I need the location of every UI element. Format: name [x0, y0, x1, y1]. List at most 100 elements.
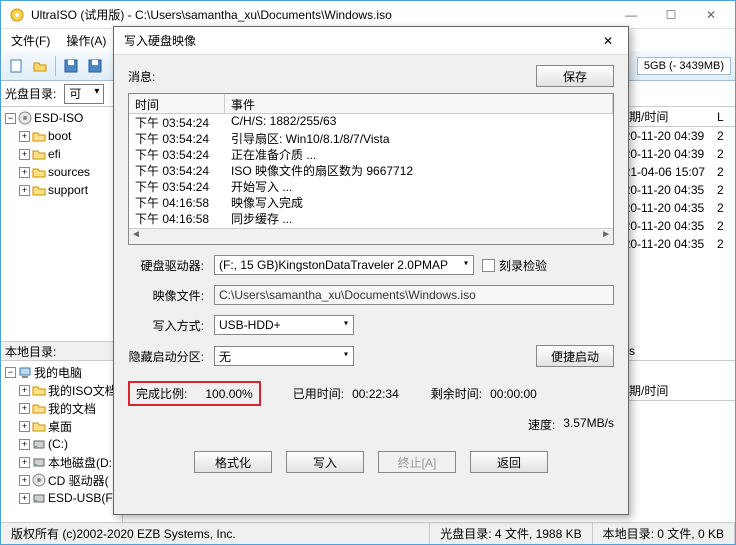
speed-value: 3.57MB/s	[563, 416, 614, 433]
log-col-event[interactable]: 事件	[225, 94, 613, 113]
image-label: 映像文件:	[128, 287, 214, 304]
log-row[interactable]: 下午 03:54:24C/H/S: 1882/255/63	[129, 114, 613, 130]
list-row[interactable]: 020-11-20 04:352	[613, 199, 735, 217]
log-row[interactable]: 下午 03:54:24开始写入 ...	[129, 178, 613, 194]
nav-upper-label: 光盘目录:	[5, 85, 56, 102]
save-icon[interactable]	[60, 55, 82, 77]
expand-icon[interactable]: +	[19, 421, 30, 432]
hidden-boot-combo[interactable]: 无	[214, 346, 354, 366]
local-tree: − 我的电脑 +我的ISO文档+我的文档+桌面+(C:)+本地磁盘(D:+CD …	[1, 361, 123, 522]
log-row[interactable]: 下午 03:54:24引导扇区: Win10/8.1/8/7/Vista	[129, 130, 613, 146]
return-button[interactable]: 返回	[470, 451, 548, 473]
window-title: UltraISO (试用版) - C:\Users\samantha_xu\Do…	[31, 6, 611, 23]
log-row[interactable]: 下午 04:16:58同步缓存 ...	[129, 210, 613, 226]
format-button[interactable]: 格式化	[194, 451, 272, 473]
tree-root[interactable]: − ESD-ISO	[3, 109, 120, 127]
write-disk-image-dialog: 写入硬盘映像 ✕ 消息: 保存 时间 事件 下午 03:54:24C/H/S: …	[113, 26, 629, 515]
local-header: 本地目录:	[1, 341, 123, 361]
disc-icon	[32, 473, 46, 487]
write-button[interactable]: 写入	[286, 451, 364, 473]
list-row[interactable]: 020-11-20 04:392	[613, 127, 735, 145]
tree-item[interactable]: +桌面	[3, 417, 121, 435]
new-icon[interactable]	[5, 55, 27, 77]
expand-icon[interactable]: +	[19, 493, 30, 504]
write-method-combo[interactable]: USB-HDD+	[214, 315, 354, 335]
save-log-button[interactable]: 保存	[536, 65, 614, 87]
abort-button[interactable]: 终止[A]	[378, 451, 456, 473]
tree-item[interactable]: +sources	[3, 163, 120, 181]
drive-combo[interactable]: (F:, 15 GB)KingstonDataTraveler 2.0PMAP	[214, 255, 474, 275]
expand-icon[interactable]: +	[19, 167, 30, 178]
close-button[interactable]: ✕	[691, 3, 731, 27]
expand-icon[interactable]: +	[19, 439, 30, 450]
list-header: 日期/时间 L	[613, 107, 735, 127]
expand-icon[interactable]: +	[19, 457, 30, 468]
progress-highlight: 完成比例: 100.00%	[128, 381, 261, 406]
collapse-icon[interactable]: −	[5, 367, 16, 378]
tree-item[interactable]: +CD 驱动器(	[3, 471, 121, 489]
tree-item[interactable]: +我的文档	[3, 399, 121, 417]
tree-item[interactable]: +support	[3, 181, 120, 199]
progress-value: 100.00%	[205, 387, 252, 401]
collapse-icon[interactable]: −	[5, 113, 16, 124]
log-row[interactable]: 下午 04:16:58映像写入完成	[129, 194, 613, 210]
log-area: 时间 事件 下午 03:54:24C/H/S: 1882/255/63下午 03…	[128, 93, 614, 245]
menu-action[interactable]: 操作(A)	[60, 30, 112, 51]
verify-checkbox[interactable]: 刻录检验	[482, 257, 547, 274]
folder-icon	[32, 183, 46, 197]
log-row[interactable]: 下午 03:54:24ISO 映像文件的扇区数为 9667712	[129, 162, 613, 178]
log-horizontal-scrollbar[interactable]	[129, 228, 613, 244]
tree-item[interactable]: +(C:)	[3, 435, 121, 453]
list-row[interactable]: 020-11-20 04:392	[613, 145, 735, 163]
tree-item[interactable]: +boot	[3, 127, 120, 145]
disc-icon	[18, 111, 32, 125]
dialog-close-button[interactable]: ✕	[594, 30, 622, 52]
folder-icon	[32, 383, 46, 397]
remain-value: 00:00:00	[490, 387, 537, 401]
image-path-field: C:\Users\samantha_xu\Documents\Windows.i…	[214, 285, 614, 305]
elapsed-value: 00:22:34	[352, 387, 399, 401]
log-col-time[interactable]: 时间	[129, 94, 225, 113]
nav-upper-combo[interactable]: 可	[64, 84, 104, 104]
minimize-button[interactable]: —	[611, 3, 651, 27]
expand-icon[interactable]: +	[19, 149, 30, 160]
folder-icon	[32, 419, 46, 433]
drive-icon	[32, 491, 46, 505]
computer-icon	[18, 365, 32, 379]
status-disc: 光盘目录: 4 文件, 1988 KB	[430, 523, 592, 544]
checkbox-icon	[482, 259, 495, 272]
dialog-titlebar: 写入硬盘映像 ✕	[114, 27, 628, 55]
quick-boot-button[interactable]: 便捷启动	[536, 345, 614, 367]
open-icon[interactable]	[29, 55, 51, 77]
folder-icon	[32, 401, 46, 415]
expand-icon[interactable]: +	[19, 185, 30, 196]
folder-icon	[32, 165, 46, 179]
expand-icon[interactable]: +	[19, 475, 30, 486]
menu-file[interactable]: 文件(F)	[5, 30, 56, 51]
drive-icon	[32, 455, 46, 469]
statusbar: 版权所有 (c)2002-2020 EZB Systems, Inc. 光盘目录…	[1, 522, 735, 544]
log-row[interactable]: 下午 03:54:24正在准备介质 ...	[129, 146, 613, 162]
saveas-icon[interactable]	[84, 55, 106, 77]
maximize-button[interactable]: ☐	[651, 3, 691, 27]
expand-icon[interactable]: +	[19, 385, 30, 396]
folder-icon	[32, 147, 46, 161]
elapsed-label: 已用时间:	[293, 385, 344, 402]
folder-icon	[32, 129, 46, 143]
list-row[interactable]: 020-11-20 04:352	[613, 235, 735, 253]
tree-item[interactable]: +efi	[3, 145, 120, 163]
list-row[interactable]: 020-11-20 04:352	[613, 217, 735, 235]
tree-item[interactable]: +本地磁盘(D:	[3, 453, 121, 471]
hidden-label: 隐藏启动分区:	[128, 348, 214, 365]
list-row[interactable]: 020-11-20 04:352	[613, 181, 735, 199]
expand-icon[interactable]: +	[19, 131, 30, 142]
tree-item[interactable]: +ESD-USB(F:	[3, 489, 121, 507]
disk-usage-label: 5GB (- 3439MB)	[637, 57, 731, 75]
expand-icon[interactable]: +	[19, 403, 30, 414]
local-right-list: iles 日期/时间	[613, 341, 735, 522]
app-icon	[9, 7, 25, 23]
local-root[interactable]: − 我的电脑	[3, 363, 121, 381]
tree-item[interactable]: +我的ISO文档	[3, 381, 121, 399]
list-row[interactable]: 021-04-06 15:072	[613, 163, 735, 181]
message-label: 消息:	[128, 68, 155, 85]
